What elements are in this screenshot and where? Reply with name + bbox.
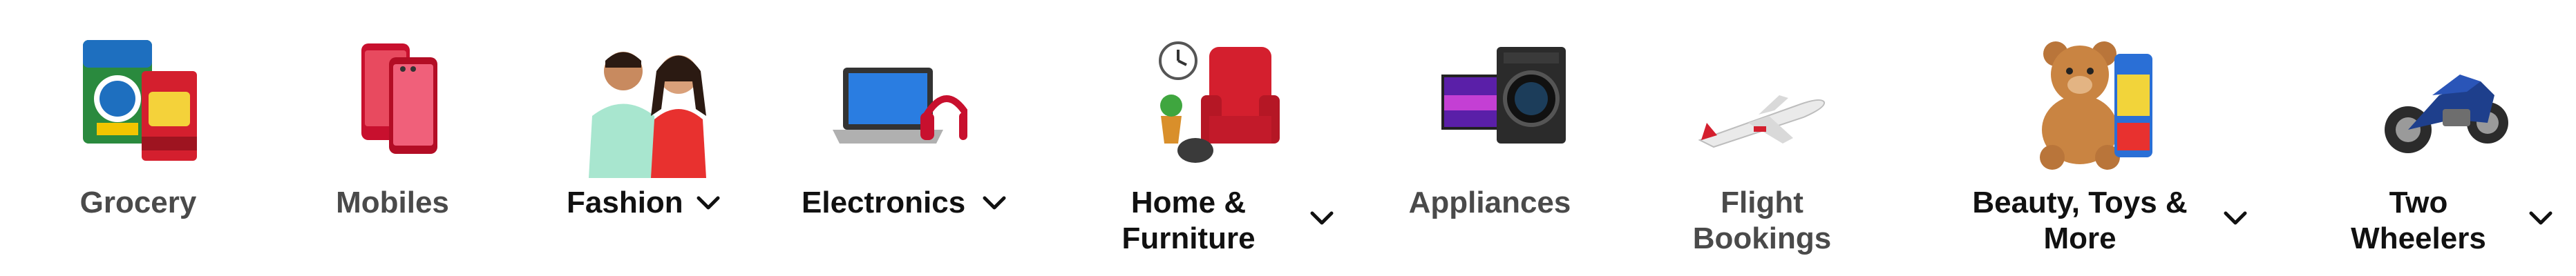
category-home-furniture[interactable]: Home & Furniture [1106, 0, 1341, 276]
category-label-line1: Beauty, Toys & [1972, 186, 2188, 219]
airplane-icon [1693, 33, 1831, 171]
chevron-down-icon[interactable] [697, 196, 720, 211]
category-label: Flight Bookings [1679, 185, 1845, 257]
motorcycle-icon [2377, 33, 2515, 171]
chevron-down-icon[interactable] [1310, 211, 1334, 226]
chevron-down-icon[interactable] [2224, 211, 2247, 226]
category-label: Grocery [79, 186, 197, 219]
category-label-line1: Flight [1721, 186, 1803, 219]
category-beauty-toys-more[interactable]: Beauty, Toys & More [1955, 0, 2247, 276]
category-flight-bookings[interactable]: Flight Bookings [1679, 0, 1845, 276]
category-label-line2: Wheelers [2351, 221, 2486, 255]
grocery-icon [69, 33, 207, 171]
category-label-line2: Bookings [1692, 221, 1832, 255]
category-label: Fashion [567, 186, 683, 219]
armchair-icon [1147, 33, 1285, 171]
category-label-line2: More [2043, 221, 2116, 255]
category-grocery[interactable]: Grocery [69, 0, 207, 276]
tv-washing-machine-icon [1434, 33, 1573, 171]
category-label-line2: Furniture [1121, 221, 1256, 255]
mobile-phone-icon [323, 33, 462, 171]
category-label: Mobiles [336, 186, 449, 219]
category-label: Home & Furniture [1106, 185, 1271, 257]
category-two-wheelers[interactable]: Two Wheelers [2336, 0, 2557, 276]
chevron-down-icon[interactable] [983, 196, 1006, 211]
category-label-line1: Home & [1130, 186, 1247, 219]
fashion-icon [575, 33, 727, 178]
category-label: Appliances [1408, 186, 1571, 219]
category-nav-bar: Grocery Mobiles Fashion Electronics Home… [0, 0, 2576, 276]
category-label-line1: Two [2389, 186, 2448, 219]
category-appliances[interactable]: Appliances [1407, 0, 1573, 276]
category-label: Beauty, Toys & More [1955, 185, 2204, 257]
category-mobiles[interactable]: Mobiles [323, 0, 462, 276]
category-label: Electronics [802, 186, 966, 219]
category-label: Two Wheelers [2336, 185, 2501, 257]
category-electronics[interactable]: Electronics [802, 0, 1009, 276]
teddy-bear-icon [2025, 33, 2163, 171]
category-fashion[interactable]: Fashion [567, 0, 774, 276]
chevron-down-icon[interactable] [2529, 211, 2553, 226]
laptop-headphones-icon [829, 33, 967, 171]
